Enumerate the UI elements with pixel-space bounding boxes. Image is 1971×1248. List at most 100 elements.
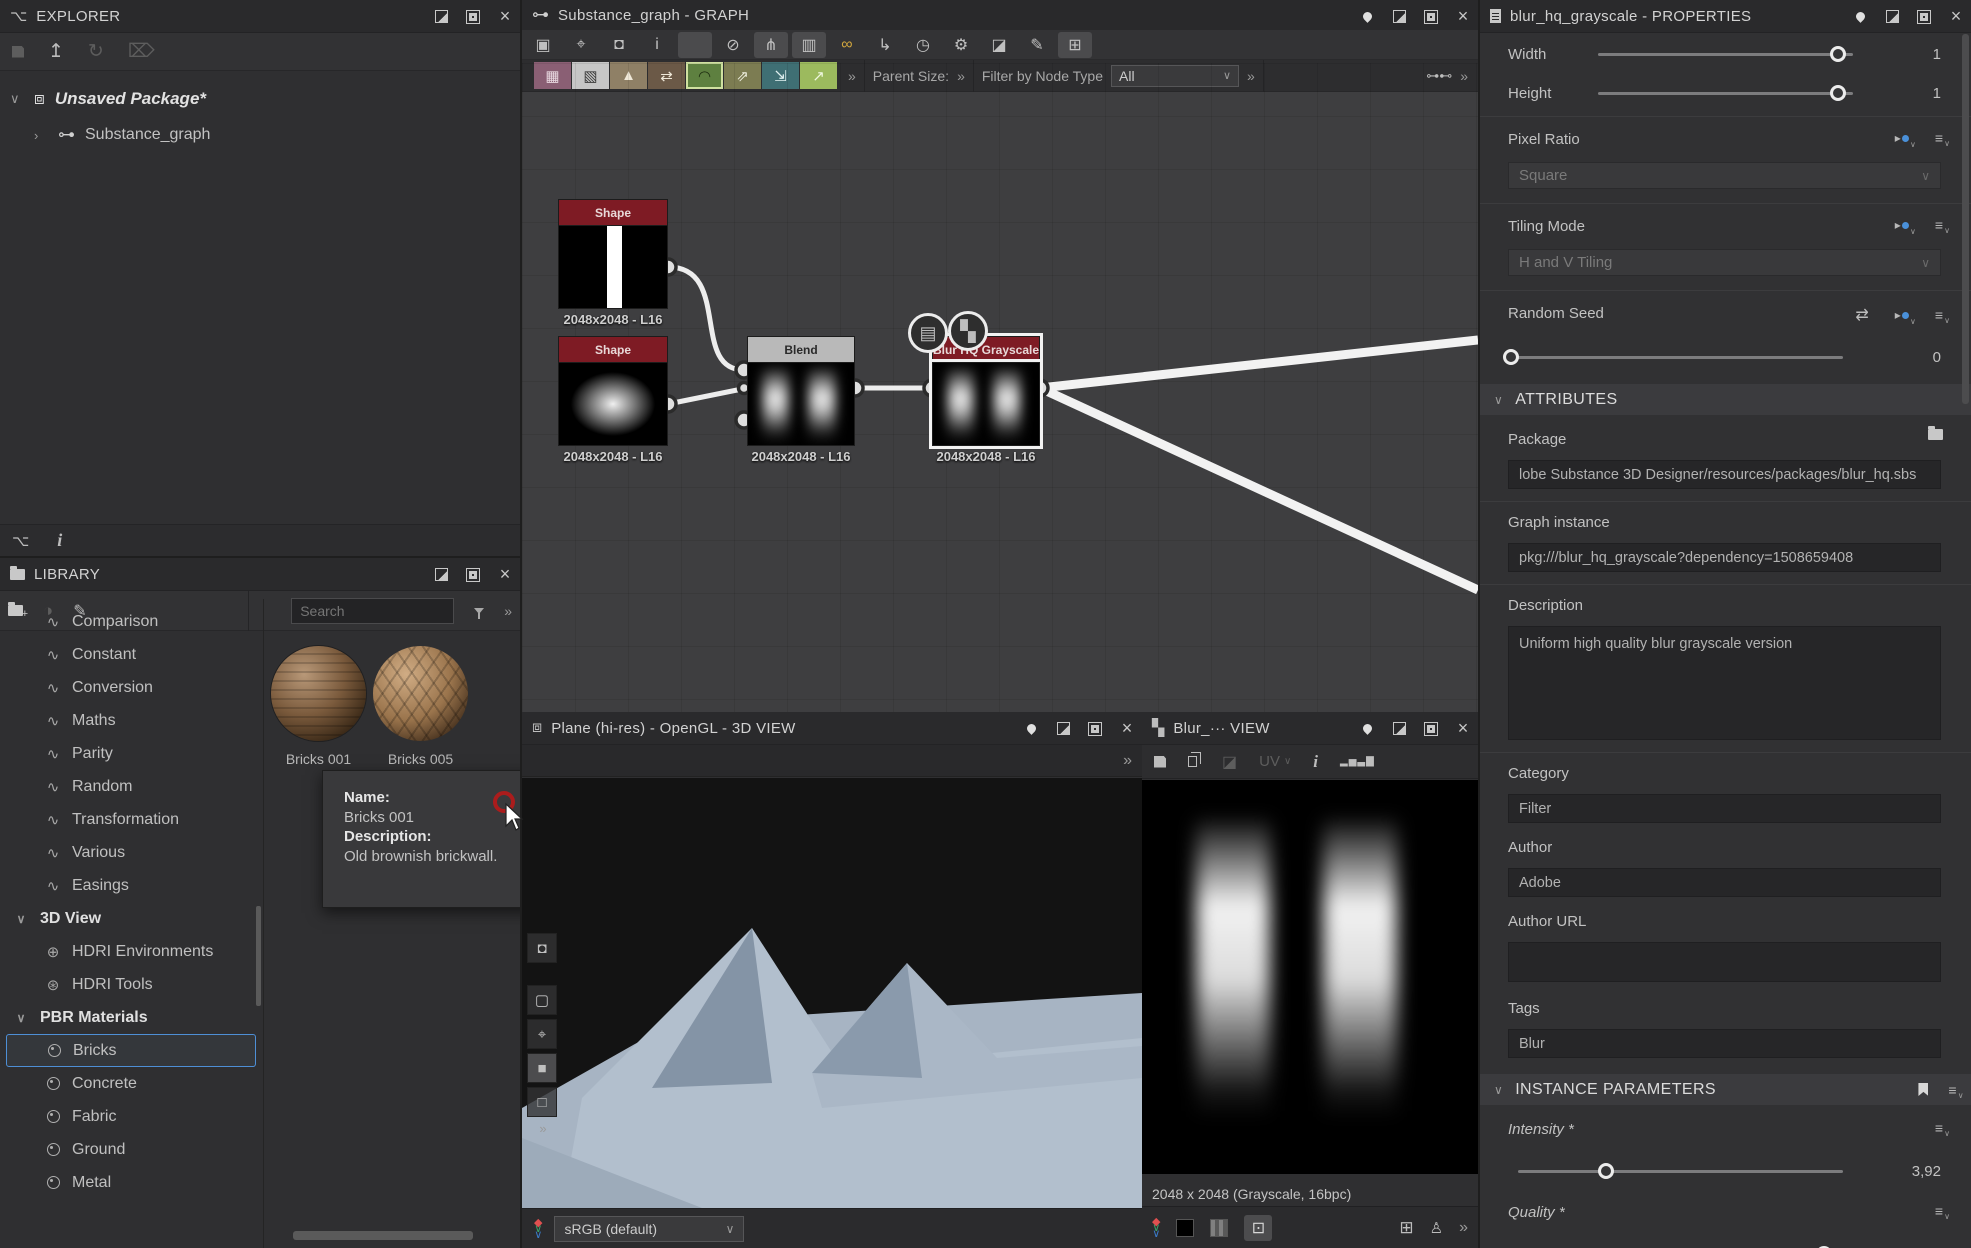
- more-icon[interactable]: »: [527, 1121, 559, 1136]
- library-item-comparison[interactable]: ∿ Comparison: [0, 605, 263, 638]
- options-menu-icon[interactable]: ≡: [1948, 1083, 1957, 1097]
- library-item-hdri-tools[interactable]: ⊛ HDRI Tools: [0, 968, 263, 1001]
- background-black-swatch[interactable]: [1176, 1219, 1194, 1237]
- image-icon[interactable]: ◪: [1222, 752, 1237, 772]
- pan-view-icon[interactable]: ⌖: [564, 32, 598, 58]
- blur-hq-grayscale-node[interactable]: Blur HQ Grayscale 2048x2048 - L16: [932, 336, 1040, 464]
- maximize-icon[interactable]: [464, 566, 482, 584]
- random-seed-slider-handle[interactable]: [1503, 349, 1519, 365]
- unlink-icon[interactable]: ⊘: [716, 32, 750, 58]
- close-icon[interactable]: ×: [1454, 8, 1472, 26]
- graph-canvas[interactable]: Shape 2048x2048 - L16 Shape 2048x2048 - …: [522, 63, 1478, 712]
- more-icon[interactable]: »: [1459, 1219, 1468, 1237]
- preset-icon[interactable]: [1918, 1083, 1928, 1096]
- search-icon[interactable]: [678, 32, 712, 58]
- width-value[interactable]: 1: [1933, 46, 1941, 63]
- view2d-canvas[interactable]: [1142, 780, 1478, 1174]
- mannequin-icon[interactable]: ♙: [1430, 1219, 1443, 1237]
- close-icon[interactable]: ×: [1454, 720, 1472, 738]
- connector-style-icon[interactable]: ↳: [868, 32, 902, 58]
- maximize-icon[interactable]: [1422, 720, 1440, 738]
- function-icon[interactable]: [1895, 218, 1909, 232]
- snap-grid-icon[interactable]: ⊞: [1058, 32, 1092, 58]
- tools-icon[interactable]: ⚙: [944, 32, 978, 58]
- library-vertical-scrollbar[interactable]: [256, 906, 261, 1006]
- intensity-slider[interactable]: [1518, 1170, 1843, 1173]
- clean-icon[interactable]: ⌦: [128, 40, 155, 63]
- float-icon[interactable]: [1390, 8, 1408, 26]
- maximize-icon[interactable]: [1086, 720, 1104, 738]
- library-item-easings[interactable]: ∿ Easings: [0, 869, 263, 902]
- screenshot-icon[interactable]: ◘: [602, 32, 636, 58]
- tree-item-package[interactable]: ∨ ⧈ Unsaved Package*: [0, 81, 520, 117]
- grid-icon[interactable]: ⊞: [1399, 1218, 1413, 1238]
- save-icon[interactable]: [12, 46, 24, 58]
- width-slider-handle[interactable]: [1830, 46, 1846, 62]
- marquee-select-icon[interactable]: ▣: [526, 32, 560, 58]
- maximize-icon[interactable]: [464, 8, 482, 26]
- float-icon[interactable]: [1390, 720, 1408, 738]
- asset-thumbnail-bricks-001[interactable]: [271, 646, 366, 741]
- height-value[interactable]: 1: [1933, 85, 1941, 102]
- shape-node-1[interactable]: Shape 2048x2048 - L16: [558, 199, 668, 327]
- pin-icon[interactable]: [1358, 8, 1376, 26]
- category-input[interactable]: Filter: [1508, 794, 1941, 823]
- library-item-various[interactable]: ∿ Various: [0, 836, 263, 869]
- package-label[interactable]: Unsaved Package*: [55, 89, 206, 109]
- solid-cube-icon[interactable]: ■: [527, 1053, 557, 1083]
- close-icon[interactable]: ×: [496, 566, 514, 584]
- library-item-concrete[interactable]: Concrete: [0, 1067, 263, 1100]
- chevron-down-icon[interactable]: ∨: [10, 91, 24, 107]
- background-stripes-swatch[interactable]: [1210, 1219, 1228, 1237]
- options-menu-icon[interactable]: ≡: [1935, 1204, 1943, 1218]
- library-group-pbr-materials[interactable]: ∨ PBR Materials: [0, 1001, 263, 1034]
- random-seed-slider[interactable]: [1508, 356, 1843, 359]
- open-folder-icon[interactable]: [1928, 429, 1943, 440]
- pin-icon[interactable]: [1851, 8, 1869, 26]
- save-icon[interactable]: [1154, 756, 1166, 768]
- description-textarea[interactable]: Uniform high quality blur grayscale vers…: [1508, 626, 1941, 740]
- attributes-section-header[interactable]: ∨ ATTRIBUTES: [1480, 384, 1971, 415]
- library-item-conversion[interactable]: ∿ Conversion: [0, 671, 263, 704]
- tiling-mode-select[interactable]: H and V Tiling ∨: [1508, 249, 1941, 276]
- pin-icon[interactable]: [1358, 720, 1376, 738]
- intensity-slider-handle[interactable]: [1598, 1163, 1614, 1179]
- tree-view-icon[interactable]: ⌥: [12, 532, 29, 550]
- maximize-icon[interactable]: [1915, 8, 1933, 26]
- close-icon[interactable]: ×: [496, 8, 514, 26]
- library-item-constant[interactable]: ∿ Constant: [0, 638, 263, 671]
- capture-icon[interactable]: ◘: [527, 933, 557, 963]
- node-info-icon[interactable]: i: [640, 32, 674, 58]
- function-icon[interactable]: [1895, 131, 1909, 145]
- menu-more-icon[interactable]: »: [1123, 752, 1132, 770]
- export-icon[interactable]: ↥: [48, 40, 64, 63]
- float-icon[interactable]: [432, 8, 450, 26]
- histogram-icon[interactable]: ▂▅▃▇: [1340, 756, 1375, 767]
- library-item-transformation[interactable]: ∿ Transformation: [0, 803, 263, 836]
- node-comment-badge[interactable]: ▤: [908, 313, 948, 353]
- fit-view-icon[interactable]: ▢: [527, 985, 557, 1015]
- colorspace-select[interactable]: sRGB (default) ∨: [554, 1216, 744, 1242]
- uv-toggle[interactable]: UV∨: [1259, 753, 1291, 770]
- chevron-right-icon[interactable]: ›: [34, 128, 48, 143]
- library-item-random[interactable]: ∿ Random: [0, 770, 263, 803]
- paint-icon[interactable]: ✎: [1020, 32, 1054, 58]
- export-image-icon[interactable]: ◪: [982, 32, 1016, 58]
- info-icon[interactable]: i: [1313, 752, 1318, 772]
- reload-icon[interactable]: ↻: [88, 40, 104, 63]
- library-horizontal-scrollbar[interactable]: [293, 1231, 473, 1240]
- options-menu-icon[interactable]: ≡: [1935, 218, 1943, 232]
- author-url-input[interactable]: [1508, 942, 1941, 982]
- graph-instance-input[interactable]: pkg:///blur_hq_grayscale?dependency=1508…: [1508, 543, 1941, 572]
- node-output-badge[interactable]: ▚: [948, 311, 988, 351]
- options-menu-icon[interactable]: ≡: [1935, 1121, 1943, 1135]
- graph-tab-title[interactable]: Substance_graph - GRAPH: [558, 7, 749, 24]
- height-slider[interactable]: [1598, 92, 1853, 95]
- graph-item-label[interactable]: Substance_graph: [85, 126, 210, 144]
- tree-item-graph[interactable]: › ⊶ Substance_graph: [0, 117, 520, 153]
- library-item-maths[interactable]: ∿ Maths: [0, 704, 263, 737]
- layers-icon[interactable]: ◆∨∨: [534, 1220, 542, 1238]
- compute-timing-icon[interactable]: ◷: [906, 32, 940, 58]
- library-item-ground[interactable]: Ground: [0, 1133, 263, 1166]
- library-item-parity[interactable]: ∿ Parity: [0, 737, 263, 770]
